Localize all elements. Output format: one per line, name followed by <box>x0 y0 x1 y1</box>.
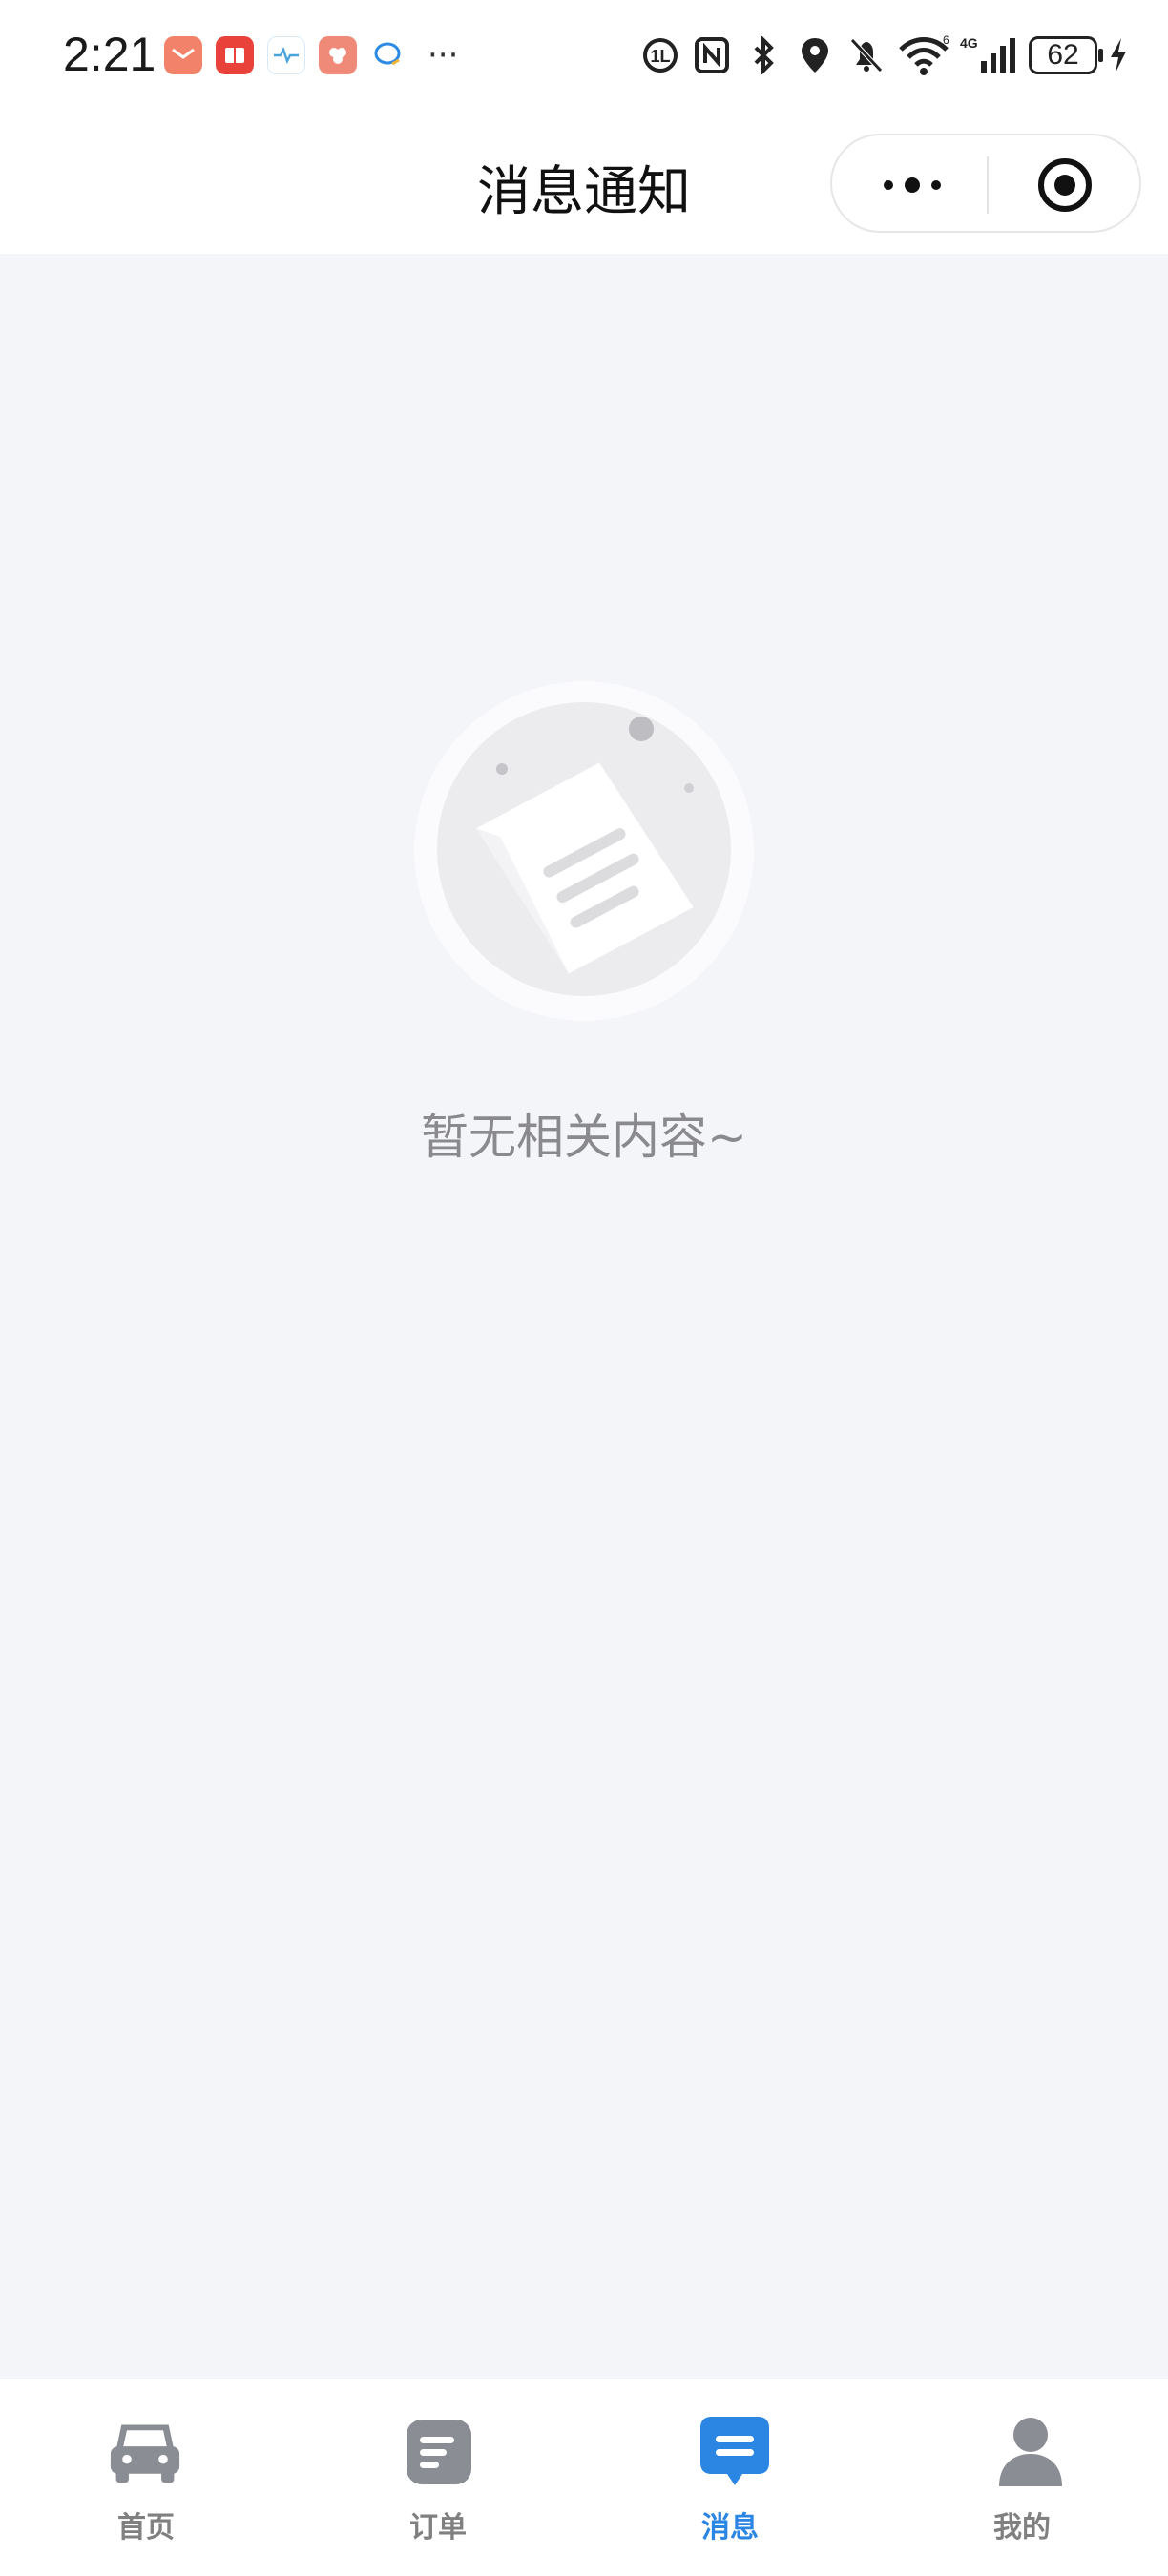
svg-text:6: 6 <box>943 34 949 47</box>
tab-orders-label: 订单 <box>409 2511 467 2545</box>
order-list-icon <box>403 2416 475 2488</box>
charging-icon <box>1107 31 1130 80</box>
reader-app-icon <box>216 36 254 74</box>
gallery-app-icon <box>319 36 357 74</box>
empty-document-illustration <box>414 681 754 1021</box>
target-close-icon <box>1038 158 1092 212</box>
tab-mine[interactable]: 我的 <box>876 2379 1168 2576</box>
battery-indicator: 62 <box>1029 36 1103 74</box>
more-dots-icon <box>884 177 941 193</box>
tab-home[interactable]: 首页 <box>0 2379 292 2576</box>
empty-message: 暂无相关内容~ <box>421 1110 747 1165</box>
person-icon <box>994 2416 1067 2488</box>
more-menu-button[interactable] <box>874 160 950 210</box>
data-saver-icon: 1L <box>639 31 681 80</box>
status-time: 2:21 <box>63 28 156 81</box>
system-status-icons: 1L 6 4G 62 <box>639 31 1130 80</box>
more-notifications-icon: ··· <box>428 36 459 74</box>
bottom-tab-bar: 首页 订单 消息 我的 <box>0 2379 1168 2576</box>
svg-text:1L: 1L <box>650 47 670 66</box>
bluetooth-icon <box>742 31 784 80</box>
svg-text:4G: 4G <box>960 35 978 51</box>
location-icon <box>794 31 836 80</box>
tab-mine-label: 我的 <box>993 2511 1051 2545</box>
mute-bell-icon <box>845 31 887 80</box>
health-app-icon <box>267 36 305 74</box>
mail-app-icon <box>164 36 202 74</box>
wifi-icon: 6 <box>897 31 950 80</box>
close-mini-program-button[interactable] <box>1034 155 1095 216</box>
capsule-divider <box>987 156 989 214</box>
cellular-signal-icon: 4G <box>960 31 1019 80</box>
notification-app-icons: ··· <box>164 36 458 74</box>
nfc-icon <box>691 31 733 80</box>
tab-home-label: 首页 <box>117 2511 175 2545</box>
status-bar: 2:21 ··· 1L 6 4G 62 <box>0 0 1168 114</box>
mini-program-capsule <box>830 134 1141 233</box>
tab-messages-label: 消息 <box>701 2511 759 2545</box>
nav-header: 消息通知 <box>0 114 1168 254</box>
tab-messages[interactable]: 消息 <box>584 2379 876 2576</box>
tab-orders[interactable]: 订单 <box>292 2379 584 2576</box>
message-icon <box>699 2416 771 2488</box>
chat-app-icon <box>370 36 408 74</box>
car-icon <box>109 2416 181 2488</box>
